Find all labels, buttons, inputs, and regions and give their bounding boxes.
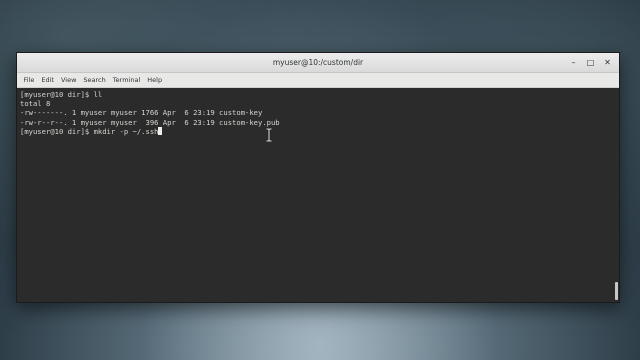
window-title: myuser@10:/custom/dir	[272, 58, 364, 67]
menu-terminal[interactable]: Terminal	[109, 76, 143, 84]
minimize-button[interactable]: –	[567, 56, 580, 69]
terminal-line: -rw-r--r--. 1 myuser myuser 396 Apr 6 23…	[20, 117, 280, 127]
close-button[interactable]: ✕	[601, 56, 614, 69]
terminal-current-command: [myuser@10 dir]$ mkdir -p ~/.ssh	[20, 126, 159, 136]
terminal-scrollbar[interactable]	[614, 88, 619, 302]
menu-file[interactable]: File	[20, 76, 38, 84]
maximize-button[interactable]: □	[584, 56, 597, 69]
text-cursor-icon	[266, 128, 272, 142]
menu-view[interactable]: View	[57, 76, 79, 84]
terminal-output-area[interactable]: [myuser@10 dir]$ ll total 8 -rw-------. …	[17, 88, 619, 302]
terminal-line: -rw-------. 1 myuser myuser 1766 Apr 6 2…	[20, 108, 263, 118]
terminal-window[interactable]: myuser@10:/custom/dir – □ ✕ File Edit Vi…	[16, 52, 620, 303]
window-controls: – □ ✕	[567, 56, 614, 69]
terminal-line: [myuser@10 dir]$ ll	[20, 90, 103, 99]
terminal-prompt-line[interactable]: [myuser@10 dir]$ mkdir -p ~/.ssh	[20, 126, 619, 136]
menu-edit[interactable]: Edit	[38, 76, 58, 84]
window-titlebar[interactable]: myuser@10:/custom/dir – □ ✕	[17, 53, 619, 73]
text-caret	[158, 126, 163, 135]
menu-help[interactable]: Help	[144, 76, 166, 84]
scrollbar-thumb[interactable]	[615, 282, 618, 300]
menu-search[interactable]: Search	[80, 76, 109, 84]
menu-bar: File Edit View Search Terminal Help	[17, 73, 619, 88]
terminal-line: total 8	[20, 99, 51, 109]
